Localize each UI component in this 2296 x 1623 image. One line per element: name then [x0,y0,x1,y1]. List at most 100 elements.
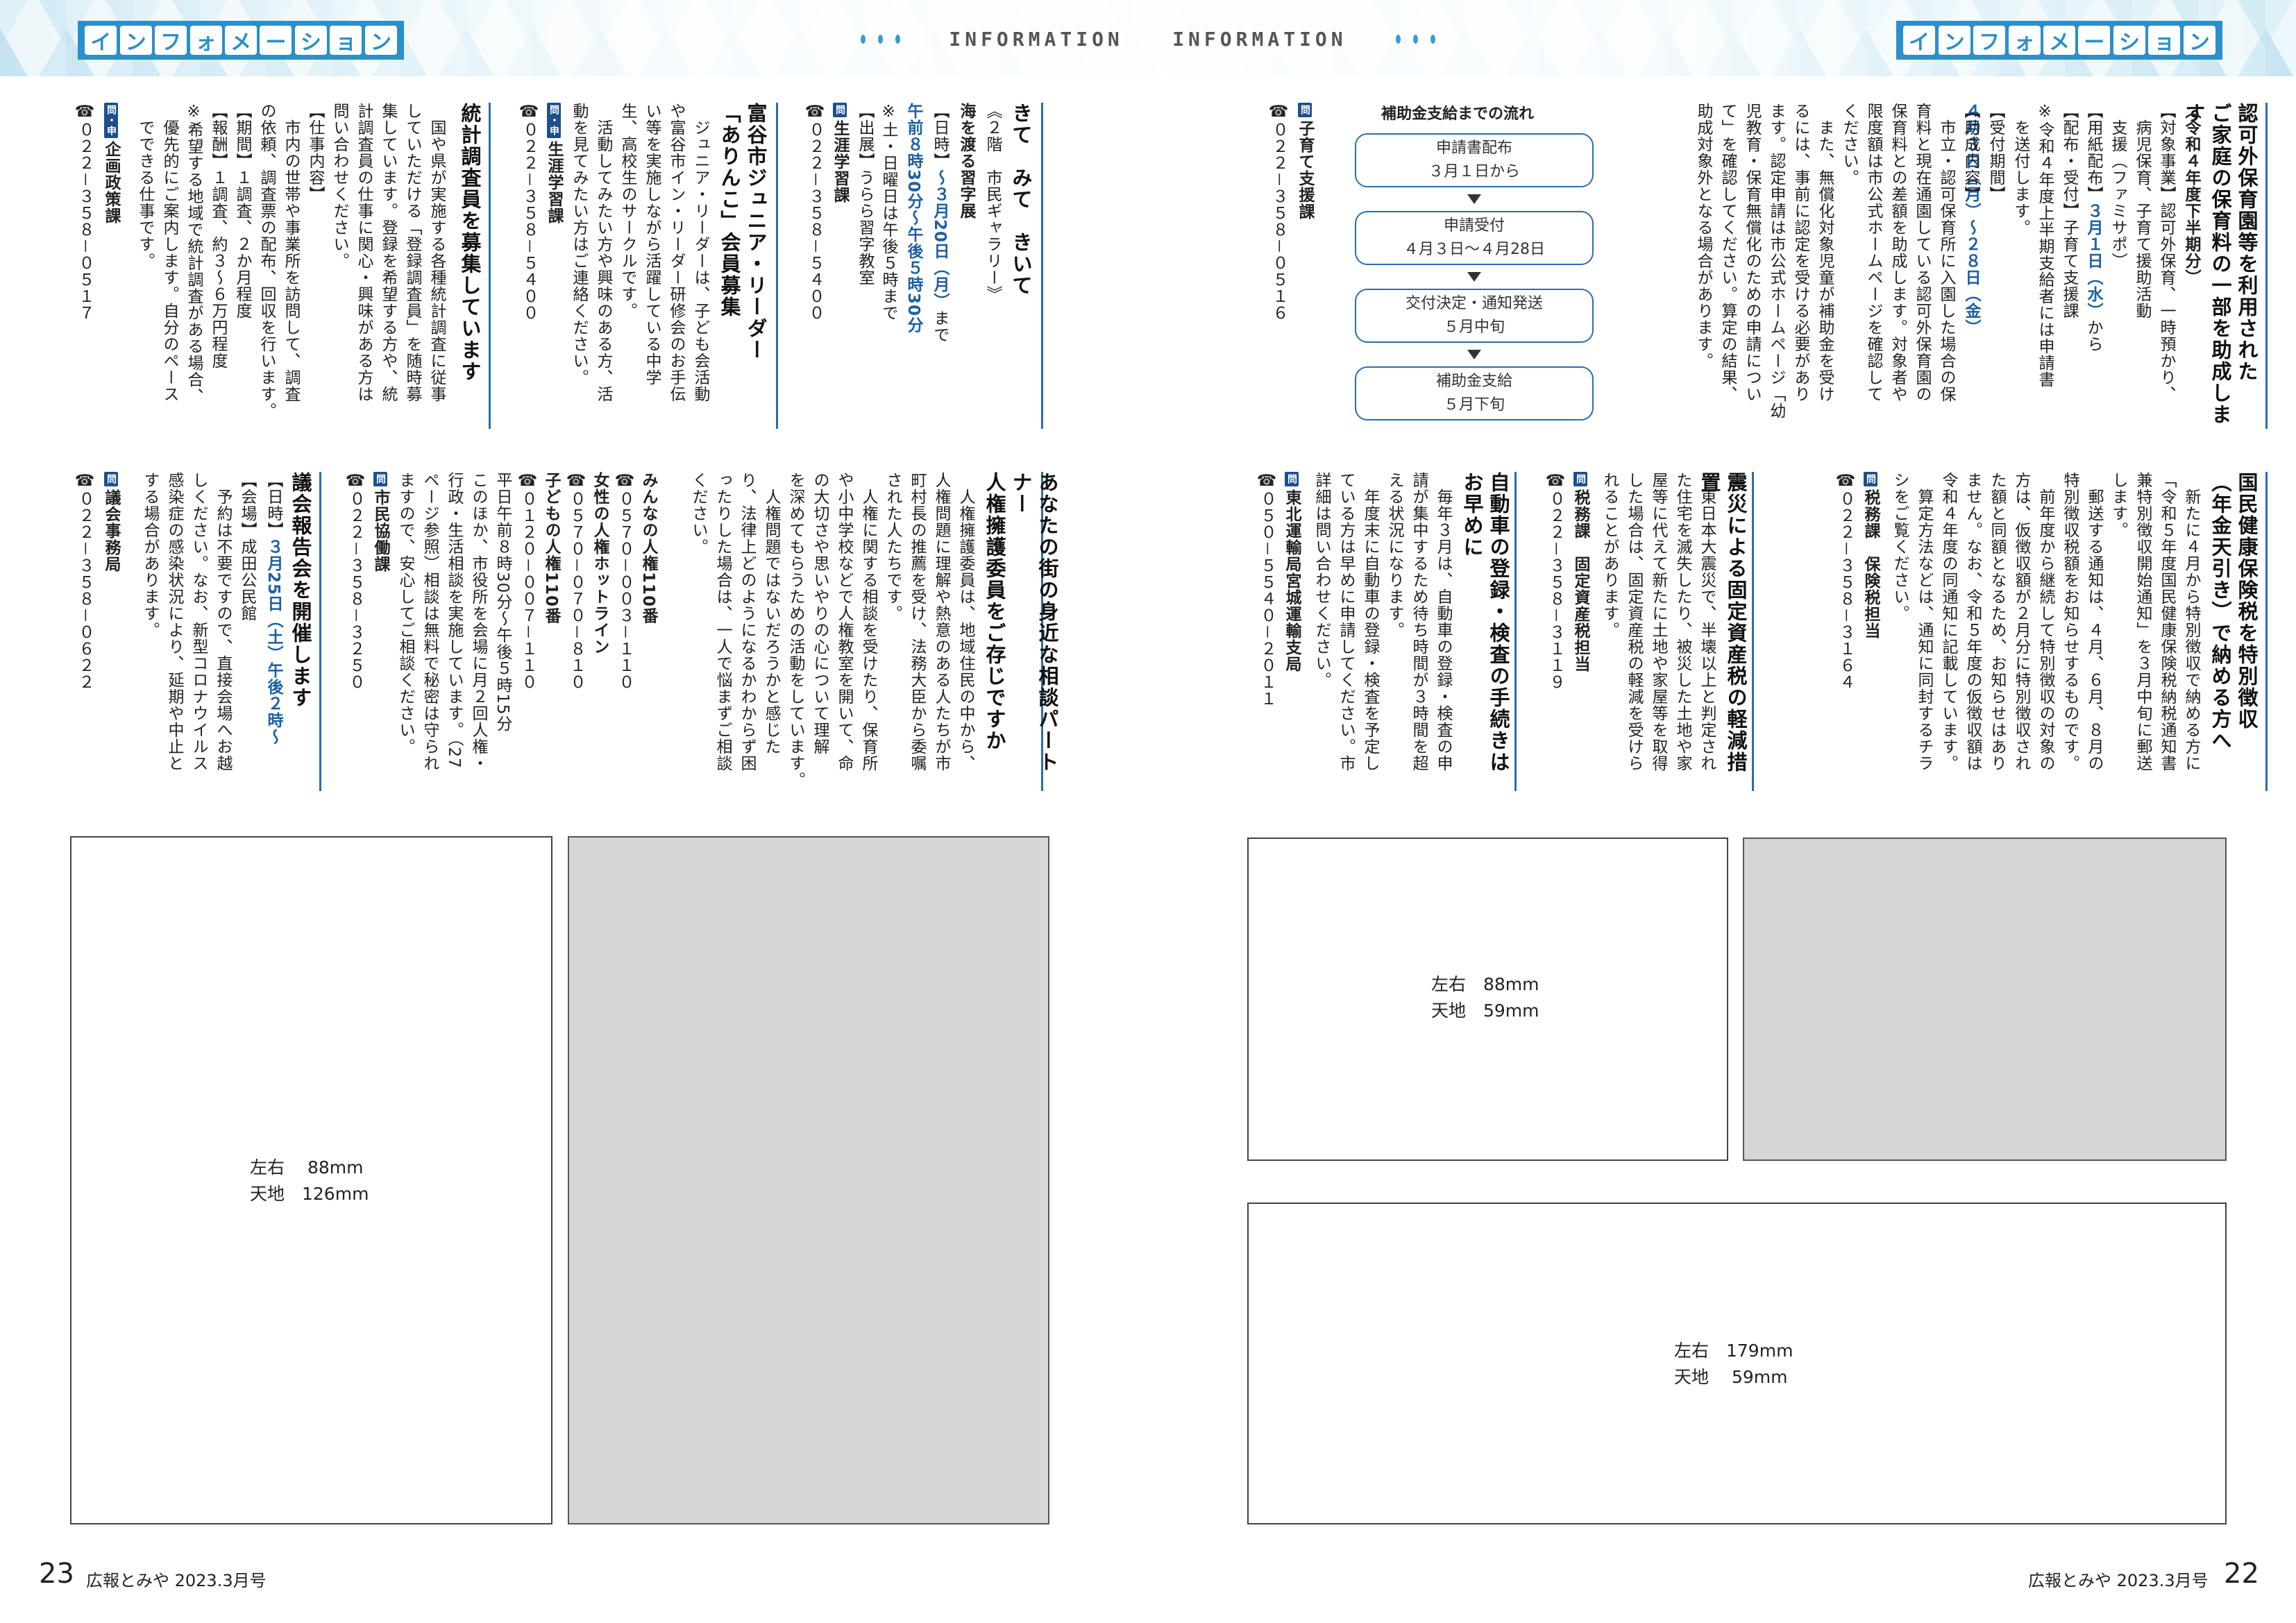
contact: 問子育て支援課 [1292,103,1317,408]
article-body: 【会場】成田公民館 予約は不要ですので、直接会場へお越 しください。なお、新型コ… [141,472,256,772]
hotline-name: 子どもの人権110番 [542,472,560,624]
badge-char: ォ [189,26,222,55]
event-note: ※土・日曜日は午後５時まで [879,103,897,321]
badge-char: ョ [330,26,362,55]
article-dates: 【用紙配布】３月１日（水）から [2081,103,2105,429]
dot-icon [1430,34,1435,44]
date-value: ～３月20日（月） [931,169,949,310]
contact-tel: ☎０２２－３５８－３１６４ [1837,472,1855,690]
date-label: 【日時】 [931,103,949,169]
contact-dept: 税務課 固定資産税担当 [1571,489,1589,672]
ad-size-line: 左右 88mm [1431,974,1539,994]
contact: 問・申企画政策課 [99,103,123,429]
ad-placeholder-gray [568,836,1049,1524]
flow-step: 補助金支給 ５月下旬 [1355,366,1594,420]
contact-dept: 東北運輸局宮城運輸支局 [1283,489,1301,672]
ad-size-label: 左右 179mm 天地 59mm [1674,1338,1793,1391]
contact-dept: 生涯学習課 [545,141,563,224]
contact-dept: 子育て支援課 [1296,120,1314,220]
contact-tel: ☎０２２－３５８－５４００ [520,103,538,321]
page-number-left: 23 [39,1558,74,1590]
ask-apply-badge: 問・申 [547,103,561,138]
page-number-right: 22 [2224,1558,2259,1590]
flow-step-label: 申請受付 [1443,217,1505,235]
hotline-tel: ☎０５７０－００３－１１０ [616,472,634,690]
badge-char: シ [294,26,327,55]
contact: 問東北運輸局宮城運輸支局 [1279,472,1303,791]
contact: 問税務課 保険税担当 [1858,472,1882,791]
article-rule [2265,472,2268,791]
badge-char: ン [119,26,152,55]
article-body: 【助成内容】 市立・認可保育所に入園した場合の保 育料と現在通園している認可外保… [1694,103,1980,419]
right-info-badge: イ ン フ ォ メ ー シ ョ ン [1896,21,2222,60]
badge-char: ン [2183,26,2215,55]
ad-size-line: 天地 59mm [1674,1367,1788,1387]
dist-label: 【用紙配布】 [2084,103,2102,203]
article-rule [776,103,778,429]
flow-title: 補助金支給までの流れ [1381,105,1535,123]
article-title: 統計調査員を募集しています [458,103,482,382]
footer-title-left: 広報とみや 2023.3月号 [86,1571,267,1590]
badge-char: メ [2043,26,2075,55]
ask-badge: 問 [104,472,118,486]
information-label-left: INFORMATION [949,27,1124,51]
badge-char: イ [1903,26,1936,55]
article-rule [1752,472,1754,791]
article-body: 新たに４月から特別徴収で納める方に 「令和５年度国民健康保険税納税通知書 兼特別… [1891,472,2200,772]
contact-dept: 議会事務局 [102,489,120,572]
ad-size-line: 天地 126mm [250,1184,369,1204]
contact: 問市民協働課 [368,472,392,791]
footer-title-right: 広報とみや 2023.3月号 [2028,1571,2209,1590]
flow-step-date: ３月１日から [1428,163,1520,180]
hotline-hours: 平日午前８時30分～午後５時15分 このほか、市役所を会場に月２回人権・ 行政・… [396,472,512,772]
recv-label: 【受付期間】 [1986,103,2004,203]
ad-size-line: 天地 59mm [1431,1001,1539,1021]
contact-tel: ☎０２２－３５８－０５１６ [1269,103,1288,321]
article-body: 【出展】うらら習字教室 [856,103,874,286]
ad-size-label: 左右 88mm 天地 126mm [250,1155,369,1207]
flow-step-label: 申請書配布 [1435,139,1512,157]
article-title: きて みて きいて [1009,103,1033,296]
ad-size-label: 左右 88mm 天地 59mm [1431,971,1539,1024]
article-body: 【配布・受付】子育て支援課 ※令和４年度上半期支給者には申請書 を送付します。 [2011,103,2078,388]
ask-badge: 問 [1298,103,1312,117]
ask-badge: 問 [1285,472,1299,486]
ad-size-line: 左右 179mm [1674,1341,1793,1361]
flow-step-label: 交付決定・通知発送 [1405,295,1543,312]
contact-tel: ☎０２２－３５８－３１１９ [1546,472,1564,690]
article-rule [319,472,321,791]
flow-step: 申請受付 ４月３日～４月28日 [1355,211,1594,265]
article-body: 東日本大震災で、半壊以上と判定され た住宅を滅失したり、被災した土地や家 屋等に… [1601,472,1716,772]
contact-dept: 生涯学習課 [831,120,849,203]
dot-icon [1413,34,1419,44]
badge-char: シ [2113,26,2145,55]
badge-char: フ [1973,26,2006,55]
flow-step-date: ５月下旬 [1443,396,1505,414]
hotline-name: みんなの人権110番 [639,472,657,624]
flow-step: 申請書配布 ３月１日から [1355,133,1594,187]
badge-char: ー [2078,26,2111,55]
article-body: ジュニア・リーダーは、子ども会活動 や富谷市イン・リーダー研修会のお手伝 い等を… [570,103,709,402]
date-value: ３月25日（土）午後２時～ [264,538,282,746]
contact: 問・申生涯学習課 [541,103,566,429]
contact-dept: 市民協働課 [371,489,389,572]
ask-badge: 問 [373,472,387,486]
arrow-down-icon [1467,194,1481,204]
article-sub: 《２階 市民ギャラリー》 [984,103,1002,303]
contact: 問議会事務局 [99,472,123,791]
contact-tel: ☎０２２－３５８－０６２２ [76,472,94,690]
ad-placeholder-gray [1743,838,2227,1161]
dist-date: ３月１日（水） [2084,203,2102,319]
ask-badge: 問 [833,103,847,117]
contact-dept: 企画政策課 [102,141,120,224]
article-body: 国や県が実施する各種統計調査に従事 していただける「登録調査員」を随時募 集して… [136,103,446,419]
ask-badge: 問 [1864,472,1877,486]
contact: 問税務課 固定資産税担当 [1568,472,1592,791]
article-body: 【対象事業】認可外保育、一時預かり、 病児保育、子育て援助活動 支援（ファミサポ… [2109,103,2175,402]
badge-char: ン [1938,26,1970,55]
article-title: 国民健康保険税を特別徴収 （年金天引き）で納める方へ [2209,472,2259,751]
ask-badge: 問 [1573,472,1587,486]
arrow-down-icon [1467,272,1481,282]
event-name: 海を渡る習字展 [957,103,975,219]
article-title: 自動車の登録・検査の手続きは お早めに [1460,472,1510,773]
